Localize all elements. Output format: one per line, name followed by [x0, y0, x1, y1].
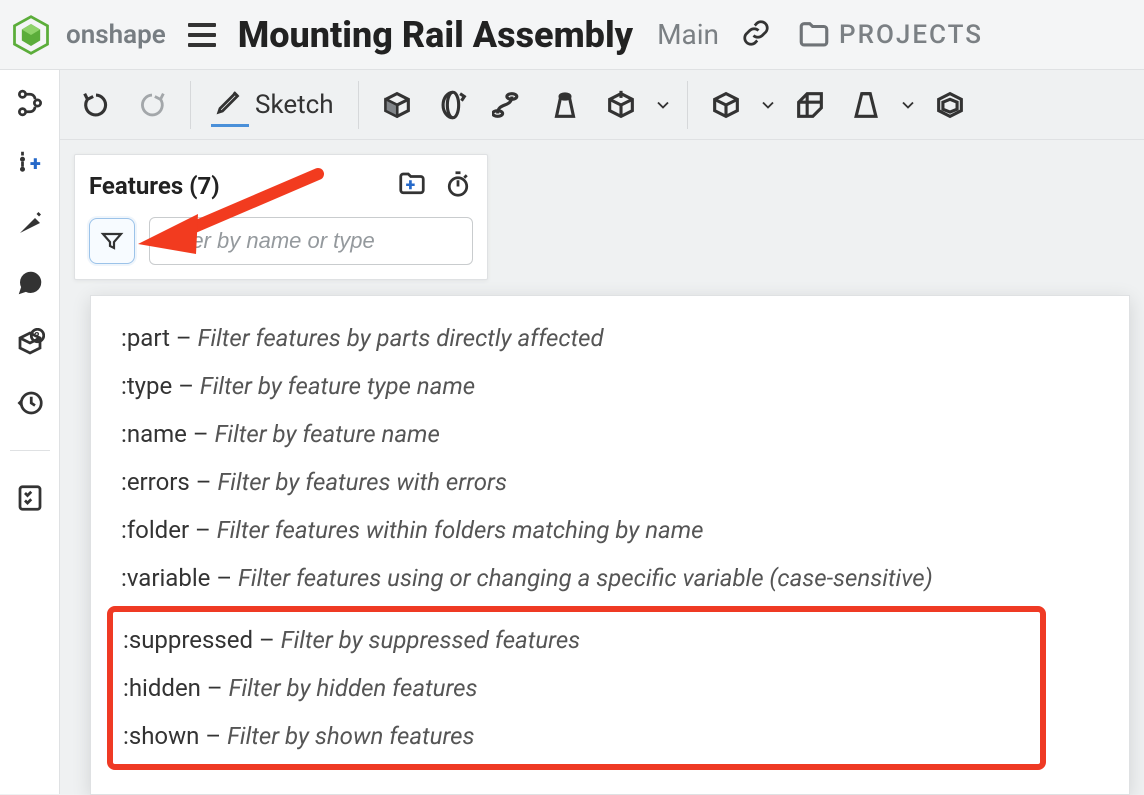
filter-suggestion-item[interactable]: :type – Filter by feature type name — [121, 362, 1099, 410]
modeling-toolbar: Sketch — [0, 70, 1144, 140]
comments-icon[interactable] — [13, 266, 47, 300]
filter-suggestion-item[interactable]: :hidden – Filter by hidden features — [123, 664, 580, 712]
thicken-button[interactable] — [597, 81, 645, 129]
configurations-icon[interactable]: + — [13, 146, 47, 180]
draft-button[interactable] — [842, 81, 890, 129]
toolbar-divider — [190, 81, 191, 129]
filter-suggestion-item[interactable]: :errors – Filter by features with errors — [121, 458, 1099, 506]
extrude-button[interactable] — [373, 81, 421, 129]
sweep-button[interactable] — [485, 81, 533, 129]
feature-tree-icon[interactable] — [13, 86, 47, 120]
svg-text:+: + — [30, 152, 41, 176]
svg-text:+: + — [406, 175, 415, 195]
loft-button[interactable] — [541, 81, 589, 129]
filter-input[interactable] — [149, 217, 473, 265]
appearance-icon[interactable] — [13, 206, 47, 240]
sketch-button[interactable]: Sketch — [205, 81, 344, 129]
funnel-icon — [100, 229, 124, 253]
left-sidebar: + ? — [0, 70, 60, 794]
filter-suggestions-popup: :part – Filter features by parts directl… — [90, 295, 1130, 795]
filter-suggestion-item[interactable]: :name – Filter by feature name — [121, 410, 1099, 458]
toolbar-divider — [687, 81, 688, 129]
history-icon[interactable] — [13, 386, 47, 420]
chevron-down-icon[interactable] — [653, 95, 673, 115]
app-titlebar: onshape Mounting Rail Assembly Main PROJ… — [0, 0, 1144, 70]
filter-suggestion-item[interactable]: :variable – Filter features using or cha… — [121, 554, 1099, 602]
new-folder-icon[interactable]: + — [397, 169, 427, 203]
filter-suggestion-item[interactable]: :part – Filter features by parts directl… — [121, 314, 1099, 362]
document-title[interactable]: Mounting Rail Assembly — [238, 14, 633, 56]
chevron-down-icon[interactable] — [898, 95, 918, 115]
annotation-highlight-box: :suppressed – Filter by suppressed featu… — [107, 606, 1046, 770]
toolbar-divider — [358, 81, 359, 129]
undo-button[interactable] — [72, 81, 120, 129]
link-icon[interactable] — [741, 18, 771, 52]
filter-toggle-button[interactable] — [89, 218, 135, 264]
branch-label[interactable]: Main — [657, 18, 719, 51]
checklist-icon[interactable] — [13, 481, 47, 515]
features-panel-title: Features (7) — [89, 172, 220, 200]
sketch-label: Sketch — [255, 90, 334, 120]
filter-suggestion-item[interactable]: :shown – Filter by shown features — [123, 712, 580, 760]
revolve-button[interactable] — [429, 81, 477, 129]
part-info-icon[interactable]: ? — [13, 326, 47, 360]
folder-icon — [797, 18, 831, 52]
menu-hamburger-icon[interactable] — [188, 23, 216, 47]
filter-suggestion-item[interactable]: :folder – Filter features within folders… — [121, 506, 1099, 554]
onshape-logo-icon — [8, 12, 54, 58]
redo-button[interactable] — [128, 81, 176, 129]
fillet-button[interactable] — [702, 81, 750, 129]
breadcrumb[interactable]: PROJECTS — [797, 18, 983, 52]
features-panel: Features (7) + — [74, 154, 488, 280]
svg-text:?: ? — [34, 331, 39, 342]
shell-button[interactable] — [926, 81, 974, 129]
chamfer-button[interactable] — [786, 81, 834, 129]
stopwatch-icon[interactable] — [443, 169, 473, 203]
breadcrumb-project: PROJECTS — [839, 20, 983, 50]
brand-text: onshape — [66, 20, 166, 50]
filter-suggestion-item[interactable]: :suppressed – Filter by suppressed featu… — [123, 616, 580, 664]
pencil-icon — [215, 86, 245, 123]
chevron-down-icon[interactable] — [758, 95, 778, 115]
sidebar-divider — [10, 450, 50, 451]
